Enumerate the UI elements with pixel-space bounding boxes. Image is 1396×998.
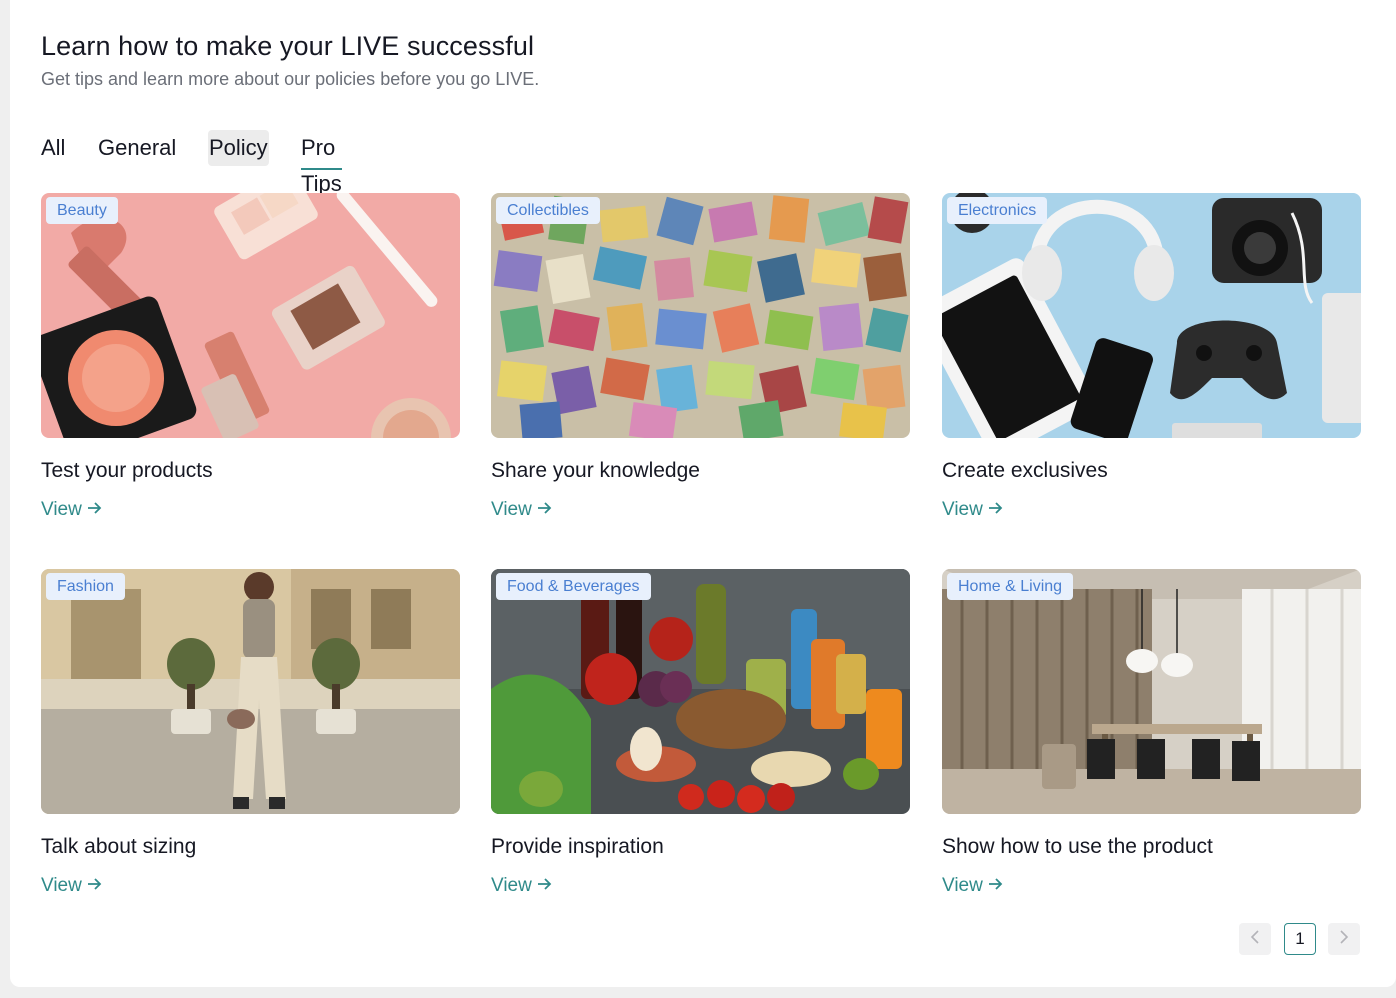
card-food-beverages[interactable]: Food & Beverages Provide inspiration Vie… xyxy=(491,569,910,909)
view-link[interactable]: View xyxy=(41,499,102,521)
card-electronics[interactable]: Electronics Create exclusives View xyxy=(942,193,1361,533)
category-tag: Fashion xyxy=(46,573,125,600)
tab-policy[interactable]: Policy xyxy=(208,130,269,166)
tab-all[interactable]: All xyxy=(41,130,65,166)
card-beauty[interactable]: Beauty Test your products View xyxy=(41,193,460,533)
view-link[interactable]: View xyxy=(41,875,102,897)
tab-general[interactable]: General xyxy=(98,130,176,166)
arrow-right-icon xyxy=(87,875,102,897)
card-title: Show how to use the product xyxy=(942,835,1213,858)
view-link[interactable]: View xyxy=(942,499,1003,521)
card-collectibles[interactable]: Collectibles Share your knowledge View xyxy=(491,193,910,533)
card-title: Share your knowledge xyxy=(491,459,700,482)
view-link-label: View xyxy=(942,875,983,896)
category-tag: Food & Beverages xyxy=(496,573,651,600)
content-panel: Learn how to make your LIVE successful G… xyxy=(10,0,1396,987)
electronics-image: Electronics xyxy=(942,193,1361,438)
view-link[interactable]: View xyxy=(491,499,552,521)
view-link-label: View xyxy=(491,499,532,520)
tab-pro-tips[interactable]: Pro Tips xyxy=(301,130,342,196)
interior-image: Home & Living xyxy=(942,569,1361,814)
category-tag: Home & Living xyxy=(947,573,1074,600)
view-link-label: View xyxy=(942,499,983,520)
card-title: Talk about sizing xyxy=(41,835,197,858)
card-fashion[interactable]: Fashion Talk about sizing View xyxy=(41,569,460,909)
view-link-label: View xyxy=(491,875,532,896)
fashion-image: Fashion xyxy=(41,569,460,814)
view-link-label: View xyxy=(41,499,82,520)
prev-page-button[interactable] xyxy=(1239,923,1271,955)
category-tag: Collectibles xyxy=(496,197,600,224)
page-title: Learn how to make your LIVE successful xyxy=(41,31,535,61)
category-tag: Beauty xyxy=(46,197,118,224)
category-tag: Electronics xyxy=(947,197,1048,224)
chevron-left-icon xyxy=(1250,929,1260,949)
page-subtitle: Get tips and learn more about our polici… xyxy=(41,69,540,89)
arrow-right-icon xyxy=(537,499,552,521)
card-title: Provide inspiration xyxy=(491,835,664,858)
food-image: Food & Beverages xyxy=(491,569,910,814)
view-link[interactable]: View xyxy=(942,875,1003,897)
view-link-label: View xyxy=(41,875,82,896)
arrow-right-icon xyxy=(537,875,552,897)
card-title: Create exclusives xyxy=(942,459,1108,482)
cosmetics-image: Beauty xyxy=(41,193,460,438)
card-home-living[interactable]: Home & Living Show how to use the produc… xyxy=(942,569,1361,909)
arrow-right-icon xyxy=(87,499,102,521)
next-page-button[interactable] xyxy=(1328,923,1360,955)
stamps-image: Collectibles xyxy=(491,193,910,438)
card-title: Test your products xyxy=(41,459,213,482)
arrow-right-icon xyxy=(988,499,1003,521)
chevron-right-icon xyxy=(1339,929,1349,949)
arrow-right-icon xyxy=(988,875,1003,897)
view-link[interactable]: View xyxy=(491,875,552,897)
page-number-current[interactable]: 1 xyxy=(1284,923,1316,955)
